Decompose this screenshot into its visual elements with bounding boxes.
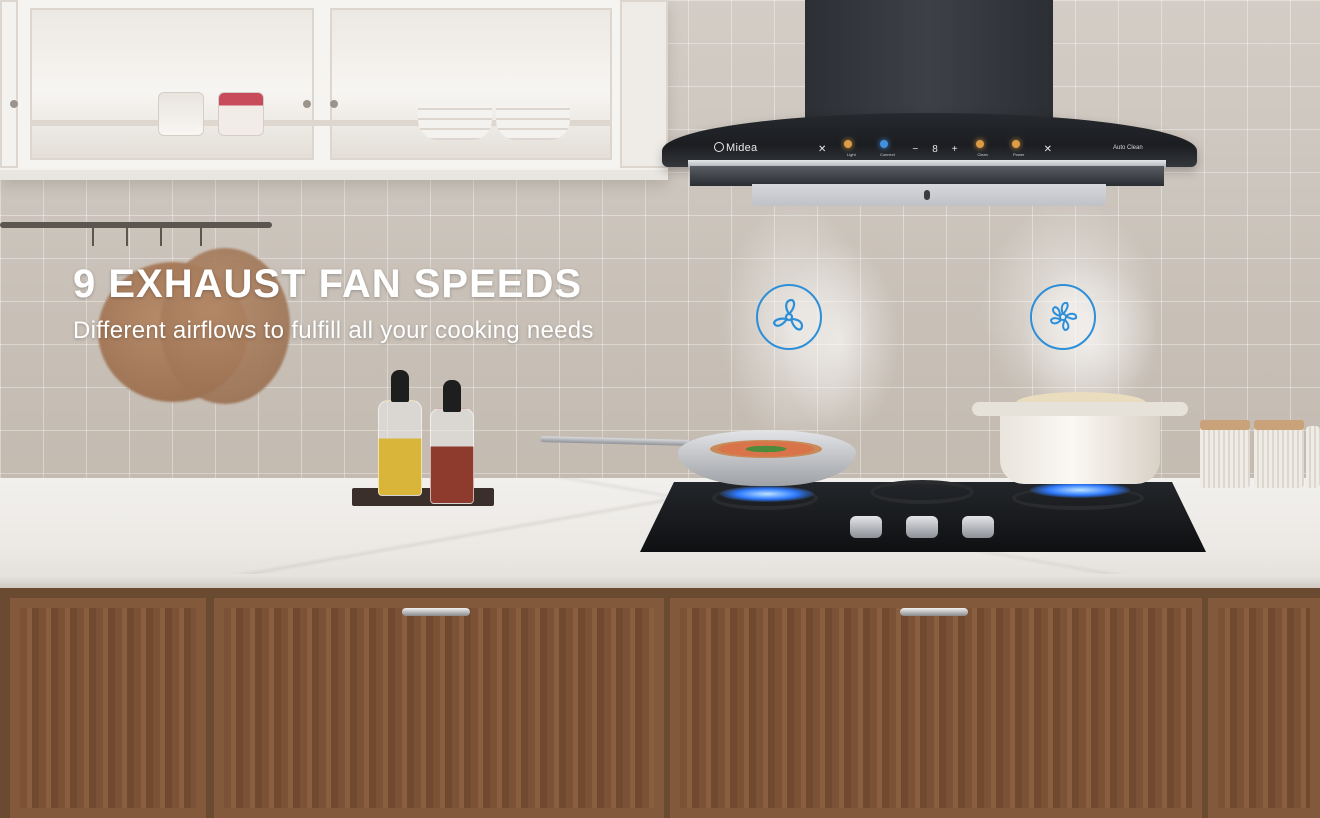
- cooktop-knob: [906, 516, 938, 538]
- rail-hook: [126, 226, 128, 246]
- fan-icon: [772, 298, 804, 331]
- cabinet-knob: [10, 100, 18, 108]
- storage-canister: [1254, 426, 1304, 488]
- brand-mark-icon: [714, 142, 724, 152]
- rail-hook: [200, 226, 202, 246]
- cabinet-drawer-door: [214, 598, 664, 818]
- burner-grate: [870, 480, 974, 504]
- storage-canister: [1200, 426, 1250, 488]
- rail-hook: [92, 226, 94, 246]
- brand-name: Midea: [726, 142, 758, 154]
- auto-clean-label: Auto Clean: [1113, 145, 1143, 151]
- canister-lid: [1200, 420, 1250, 430]
- power-icon: [1011, 140, 1020, 148]
- clean-icon: [975, 140, 984, 148]
- countertop-edge: [0, 574, 1320, 588]
- fan-speed-badge-low: [756, 284, 822, 350]
- blue-flame: [1030, 482, 1130, 498]
- red-lid-jar: [218, 92, 264, 136]
- control-label: Light: [847, 152, 856, 157]
- cabinet-door-edge: [0, 0, 22, 168]
- cabinet-knob: [330, 100, 338, 108]
- minus-control[interactable]: −: [912, 144, 918, 155]
- light-control[interactable]: Light: [840, 138, 862, 160]
- hood-body: [690, 166, 1164, 186]
- cooktop-knob: [850, 516, 882, 538]
- fan-icon: [1050, 301, 1078, 331]
- power-control[interactable]: Power: [1008, 138, 1030, 160]
- speed-display: 8: [932, 143, 938, 155]
- stacked-bowls: [418, 100, 492, 140]
- glass-cabinet-door-right: [322, 0, 620, 168]
- hood-sensor: [924, 190, 930, 200]
- canister-lid: [1254, 420, 1304, 430]
- cooktop-knob: [962, 516, 994, 538]
- cabinet-knob: [303, 100, 311, 108]
- utensil-rail: [0, 222, 272, 228]
- bottle-cap: [443, 380, 461, 412]
- control-label: Connect: [879, 152, 895, 157]
- vinegar-bottle: [430, 408, 474, 504]
- rail-hook: [160, 226, 162, 246]
- bottle-cap: [391, 370, 409, 402]
- clean-control[interactable]: Clean: [972, 138, 994, 160]
- stacked-bowls: [496, 100, 570, 140]
- hood-chimney: [805, 0, 1053, 122]
- upper-cabinet: [0, 0, 668, 180]
- wifi-icon: [880, 140, 889, 148]
- blue-flame: [720, 486, 814, 502]
- oil-bottle: [378, 400, 422, 496]
- product-banner-scene: 9 EXHAUST FAN SPEEDS Different airflows …: [0, 0, 1320, 818]
- plus-control[interactable]: +: [952, 144, 958, 155]
- glass-jar: [158, 92, 204, 136]
- drawer-handle: [900, 608, 968, 616]
- connect-control[interactable]: Connect: [876, 138, 898, 160]
- cabinet-door: [1208, 598, 1320, 818]
- brand-logo: Midea: [714, 142, 757, 154]
- fan-glyph-icon: ✕: [818, 143, 827, 155]
- drawer-handle: [402, 608, 470, 616]
- pot-rim: [972, 402, 1188, 416]
- hood-control-panel: ✕ Light Connect − 8 + Clean Power ✕: [818, 136, 1052, 162]
- fan-glyph-icon: ✕: [1043, 143, 1053, 155]
- cooking-pot: [1000, 404, 1160, 484]
- control-label: Power: [1012, 152, 1025, 157]
- glass-cabinet-door-left: [22, 0, 322, 168]
- fan-speed-badge-high: [1030, 284, 1096, 350]
- cabinet-door: [10, 598, 206, 818]
- storage-canister: [1306, 426, 1320, 488]
- cabinet-side-panel: [620, 0, 668, 168]
- light-icon: [844, 140, 853, 148]
- headline-title: 9 EXHAUST FAN SPEEDS: [73, 262, 583, 306]
- control-label: Clean: [977, 152, 988, 157]
- pan-food: [710, 440, 822, 458]
- cabinet-drawer-door: [670, 598, 1202, 818]
- headline-subtitle: Different airflows to fulfill all your c…: [73, 317, 594, 344]
